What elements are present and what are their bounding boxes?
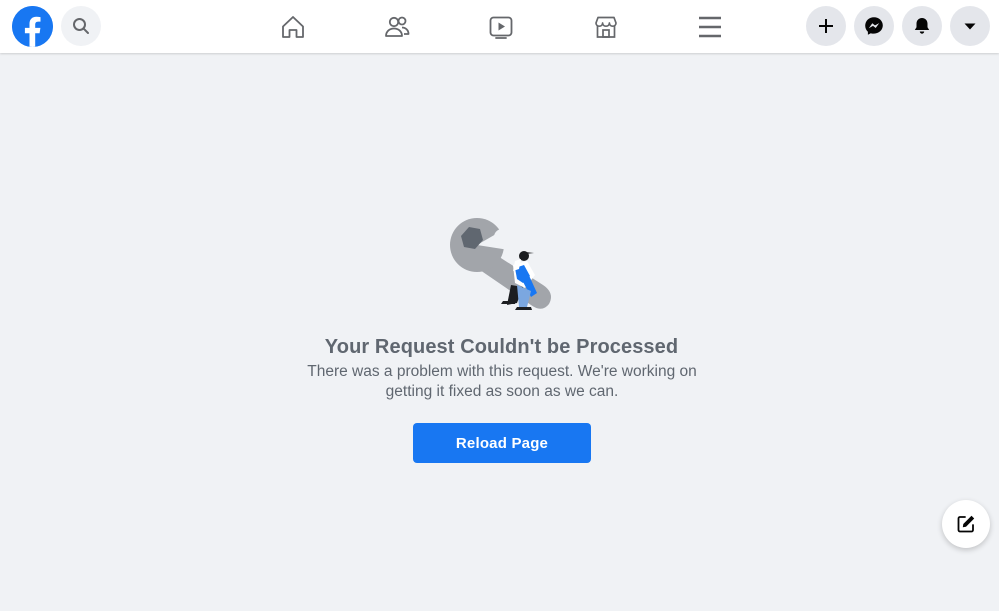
compose-icon: [957, 515, 975, 533]
create-button[interactable]: [806, 6, 846, 46]
video-icon: [489, 16, 513, 39]
reload-page-button[interactable]: Reload Page: [413, 423, 591, 463]
error-title: Your Request Couldn't be Processed: [324, 336, 679, 358]
nav-home[interactable]: [258, 0, 328, 53]
nav-menu[interactable]: [675, 0, 745, 53]
notifications-button[interactable]: [902, 6, 942, 46]
nav-marketplace[interactable]: [571, 0, 641, 53]
error-page-content: Your Request Couldn't be Processed There…: [0, 53, 999, 611]
bell-icon: [914, 18, 930, 34]
wrench-worker-illustration: [450, 218, 551, 310]
messenger-icon: [865, 17, 883, 35]
account-menu-button[interactable]: [950, 6, 990, 46]
nav-friends[interactable]: [362, 0, 432, 53]
marketplace-icon: [595, 16, 617, 38]
search-icon: [73, 18, 89, 34]
facebook-logo-icon[interactable]: [12, 6, 53, 47]
messenger-button[interactable]: [854, 6, 894, 46]
top-navigation-bar: [0, 0, 999, 53]
search-button[interactable]: [61, 6, 101, 46]
nav-watch[interactable]: [466, 0, 536, 53]
plus-icon: [819, 19, 833, 33]
home-icon: [282, 15, 304, 38]
error-description: There was a problem with this request. W…: [307, 363, 697, 400]
hamburger-menu-icon: [699, 16, 721, 37]
friends-icon: [385, 16, 410, 37]
new-message-button[interactable]: [942, 500, 990, 548]
caret-down-icon: [964, 23, 976, 30]
